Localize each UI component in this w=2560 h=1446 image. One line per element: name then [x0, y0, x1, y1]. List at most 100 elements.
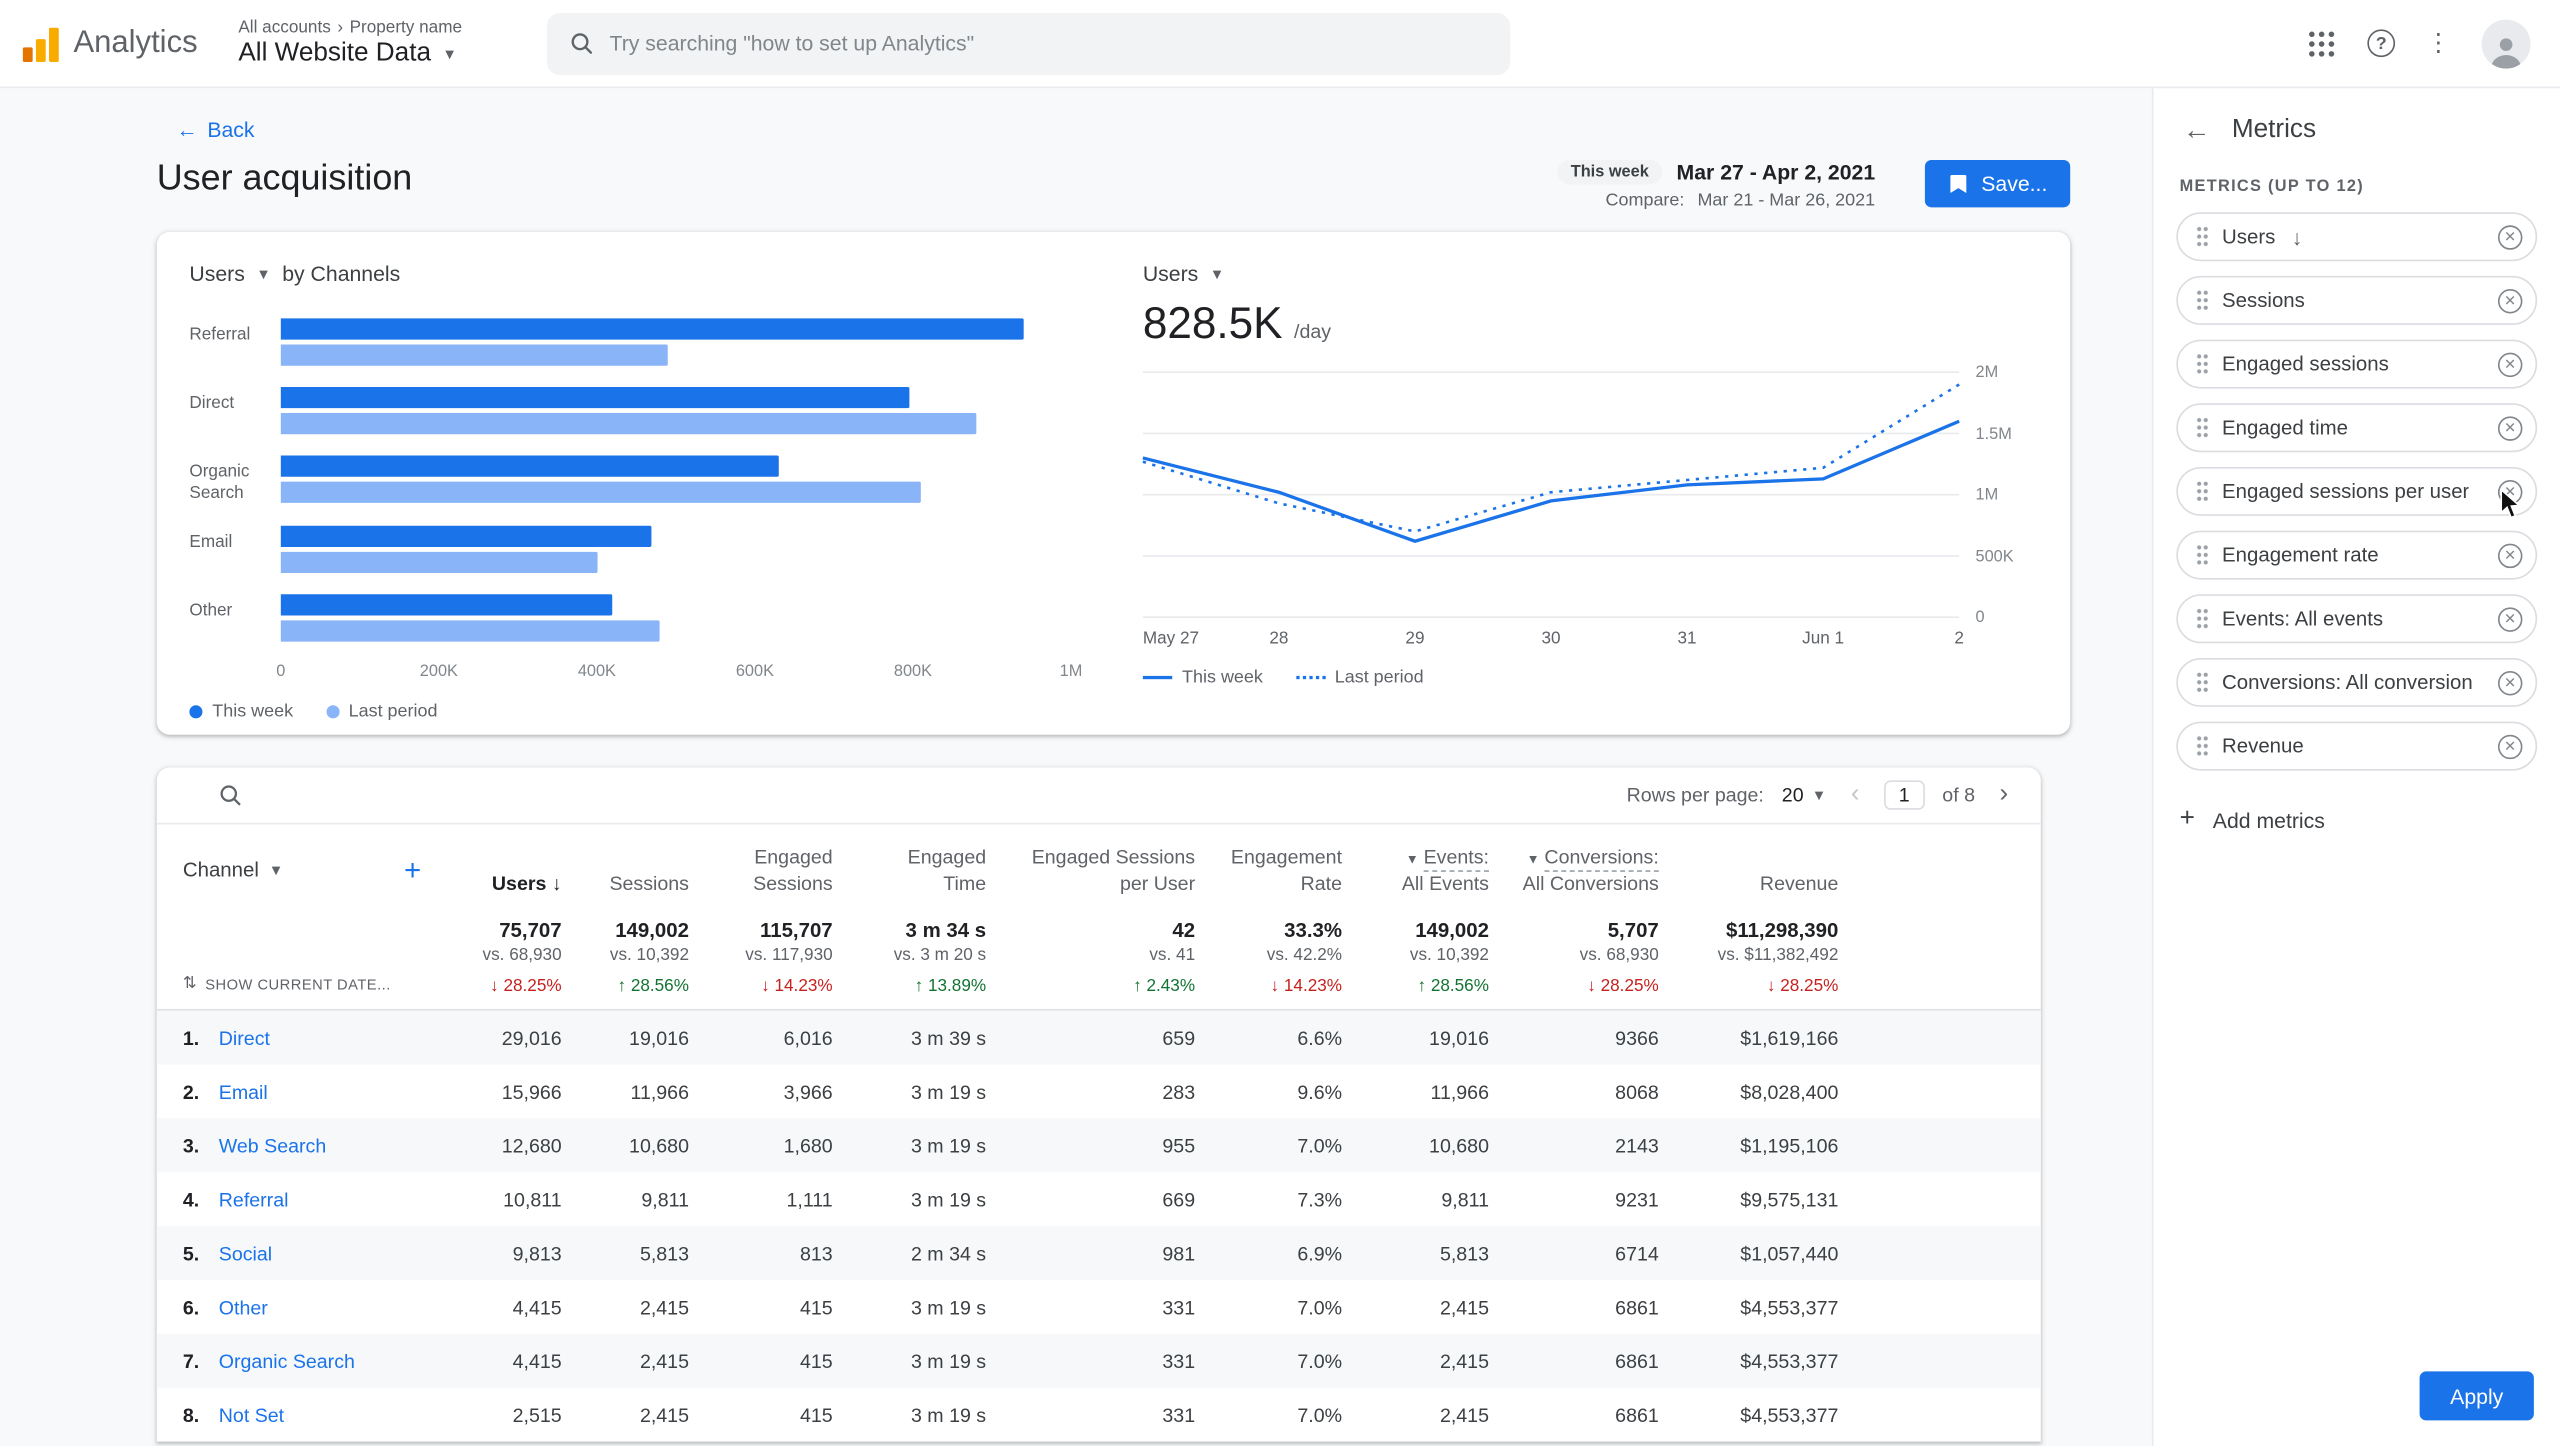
cell-engaged-sessions-per-user: 331 [1162, 1349, 1196, 1373]
axis-tick-label: 31 [1677, 628, 1697, 649]
line-series-last-period [1142, 383, 1960, 533]
metric-chip-label: Revenue [2222, 734, 2304, 758]
table-search-button[interactable] [219, 784, 242, 807]
drag-handle-icon[interactable] [2195, 352, 2209, 376]
metric-chip-engaged-time[interactable]: Engaged time ✕ [2176, 403, 2538, 453]
cell-engagement-rate: 6.6% [1297, 1026, 1343, 1050]
column-header-engaged-sessions-per-user[interactable]: Engaged Sessions per User [986, 844, 1195, 897]
column-header-users[interactable]: Users ↓ [444, 871, 562, 897]
account-switcher[interactable]: All accounts › Property name All Website… [238, 18, 462, 69]
cell-engaged-time: 3 m 39 s [910, 1026, 987, 1050]
channel-link[interactable]: Not Set [219, 1404, 284, 1427]
apply-button[interactable]: Apply [2419, 1371, 2534, 1421]
analytics-home-link[interactable]: Analytics [22, 25, 239, 62]
cell-events-all-events: 19,016 [1429, 1026, 1489, 1050]
cell-sessions: 2,415 [639, 1403, 689, 1427]
save-button[interactable]: Save... [1924, 159, 2071, 208]
rows-per-page-select[interactable]: 20 ▼ [1782, 784, 1827, 807]
cell-events-all-events: 2,415 [1439, 1296, 1489, 1319]
show-current-date-button[interactable]: ⇅ SHOW CURRENT DATE... [183, 975, 444, 993]
drag-handle-icon[interactable] [2195, 734, 2209, 758]
remove-metric-icon[interactable]: ✕ [2497, 670, 2523, 695]
remove-metric-icon[interactable]: ✕ [2497, 606, 2523, 632]
channel-link[interactable]: Social [219, 1242, 272, 1265]
table-row: 6. Other 4,415 2,415 415 3 m 19 s 331 7.0% 2,415… [157, 1281, 2041, 1335]
column-header-channel[interactable]: Channel ▼ + [183, 853, 444, 887]
cell-engagement-rate: 7.0% [1297, 1349, 1343, 1373]
metric-chip-revenue[interactable]: Revenue ✕ [2176, 721, 2538, 771]
column-header-engaged-sessions[interactable]: Engaged Sessions [689, 844, 833, 897]
column-header-engaged-time[interactable]: Engaged Time [833, 844, 986, 897]
axis-tick-label: 500K [1975, 547, 2014, 566]
cell-engaged-sessions: 6,016 [783, 1026, 833, 1050]
drag-handle-icon[interactable] [2195, 416, 2209, 440]
search-input[interactable] [609, 31, 1488, 56]
remove-metric-icon[interactable]: ✕ [2497, 351, 2523, 377]
plus-icon: + [2179, 804, 2195, 833]
user-avatar[interactable] [2481, 18, 2531, 68]
metric-chip-engaged-sessions-per-user[interactable]: Engaged sessions per user ✕ [2176, 466, 2538, 516]
cell-engaged-sessions: 1,111 [786, 1188, 833, 1212]
panel-back-icon[interactable]: ← [2183, 114, 2211, 147]
remove-metric-icon[interactable]: ✕ [2497, 288, 2523, 313]
drag-handle-icon[interactable] [2195, 543, 2209, 567]
more-options-icon[interactable]: ⋮ [2426, 31, 2450, 55]
column-header-conversions-all-conversions[interactable]: ▼ Conversions: All Conversions [1489, 844, 1659, 897]
remove-metric-icon[interactable]: ✕ [2497, 479, 2523, 504]
cell-engaged-time: 3 m 19 s [910, 1188, 987, 1212]
drag-handle-icon[interactable] [2195, 479, 2209, 503]
channel-link[interactable]: Web Search [219, 1134, 326, 1157]
date-range: Mar 27 - Apr 2, 2021 [1676, 159, 1876, 185]
metric-chip-sessions[interactable]: Sessions ✕ [2176, 275, 2538, 325]
rows-per-page-label: Rows per page: [1626, 783, 1764, 807]
bar-last-period [280, 481, 921, 503]
axis-tick-label: 28 [1269, 628, 1289, 649]
cell-events-all-events: 9,811 [1441, 1188, 1489, 1212]
metric-chip-engagement-rate[interactable]: Engagement rate ✕ [2176, 530, 2538, 580]
arrow-up-icon: ↑ [1417, 976, 1431, 997]
drag-handle-icon[interactable] [2195, 607, 2209, 631]
channel-link[interactable]: Other [219, 1296, 268, 1319]
help-icon[interactable]: ? [2367, 29, 2396, 58]
drag-handle-icon[interactable] [2195, 225, 2209, 249]
metric-chip-events-all-events[interactable]: Events: All events ✕ [2176, 594, 2538, 644]
axis-tick-label: 30 [1541, 628, 1561, 649]
column-header-sessions[interactable]: Sessions [562, 871, 689, 897]
remove-metric-icon[interactable]: ✕ [2497, 415, 2523, 440]
channel-link[interactable]: Organic Search [219, 1350, 355, 1373]
cell-revenue: $8,028,400 [1740, 1080, 1839, 1104]
channel-link[interactable]: Email [219, 1081, 268, 1104]
metric-chip-label: Events: All events [2222, 607, 2384, 631]
add-dimension-icon[interactable]: + [404, 853, 421, 887]
remove-metric-icon[interactable]: ✕ [2497, 542, 2523, 568]
next-page-icon[interactable]: › [1993, 781, 2015, 808]
metric-chip-engaged-sessions[interactable]: Engaged sessions ✕ [2176, 339, 2538, 389]
prev-page-icon[interactable]: ‹ [1844, 781, 1866, 808]
bar-metric-selector[interactable]: Users [189, 261, 244, 285]
column-header-engagement-rate[interactable]: Engagement Rate [1195, 844, 1342, 897]
drag-handle-icon[interactable] [2195, 288, 2209, 312]
date-range-picker[interactable]: This week Mar 27 - Apr 2, 2021 Compare: … [1557, 159, 1876, 211]
column-header-events-all-events[interactable]: ▼ Events: All Events [1342, 844, 1489, 897]
apps-grid-icon[interactable] [2307, 29, 2336, 58]
brand-name: Analytics [73, 25, 198, 60]
dotted-line-icon [1295, 675, 1325, 680]
metric-chip-label: Users [2222, 225, 2276, 249]
add-metrics-button[interactable]: + Add metrics [2176, 798, 2328, 840]
analytics-logo-icon [22, 25, 59, 62]
metric-chip-users[interactable]: Users ↓ ✕ [2176, 212, 2538, 262]
cell-revenue: $4,553,377 [1740, 1349, 1839, 1373]
channel-link[interactable]: Direct [219, 1027, 270, 1050]
axis-tick-label: 2M [1975, 364, 1999, 383]
metric-chip-conversions-all-conversions[interactable]: Conversions: All conversions ✕ [2176, 657, 2538, 707]
remove-metric-icon[interactable]: ✕ [2497, 733, 2523, 759]
back-button[interactable]: ← Back [176, 118, 254, 142]
line-metric-selector[interactable]: Users [1143, 261, 1198, 285]
column-header-revenue[interactable]: Revenue [1659, 871, 1838, 897]
global-search[interactable] [546, 12, 1511, 75]
page-number[interactable]: 1 [1884, 780, 1925, 810]
total-events-all-events: 149,002 vs. 10,392 ↑ 28.56% [1409, 919, 1489, 997]
channel-link[interactable]: Referral [219, 1188, 289, 1211]
remove-metric-icon[interactable]: ✕ [2497, 224, 2523, 249]
drag-handle-icon[interactable] [2195, 671, 2209, 694]
